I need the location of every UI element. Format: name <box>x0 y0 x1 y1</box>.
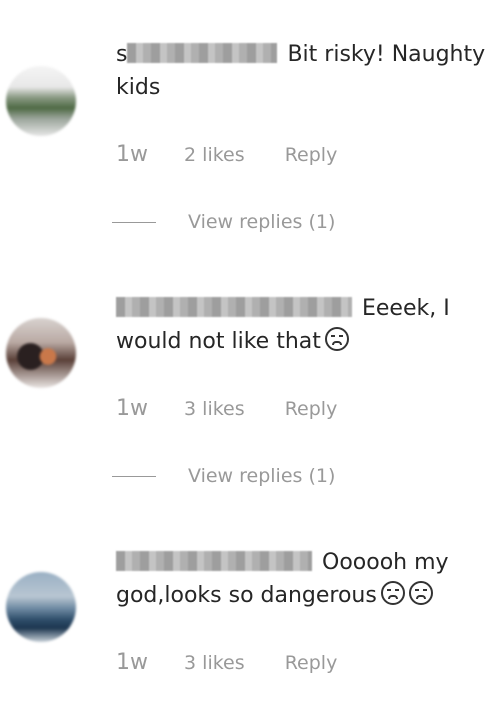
view-replies-button[interactable]: View replies (1) <box>112 211 335 233</box>
replies-divider <box>112 476 156 477</box>
avatar[interactable] <box>6 572 76 642</box>
username[interactable]: s <box>116 42 127 67</box>
reply-button[interactable]: Reply <box>285 144 338 166</box>
reply-button[interactable]: Reply <box>285 398 338 420</box>
username-blurred[interactable] <box>127 43 278 63</box>
likes-count[interactable]: 2 likes <box>184 144 245 166</box>
comment-meta: 1w 3 likes Reply <box>116 396 337 421</box>
comment-text: Eeeek, I would not like that <box>116 292 496 358</box>
drooling-face-icon <box>380 581 405 605</box>
comment-text: s Bit risky! Naughty kids <box>116 38 496 104</box>
likes-count[interactable]: 3 likes <box>184 652 245 674</box>
timestamp[interactable]: 1w <box>116 396 148 421</box>
avatar[interactable] <box>6 318 76 388</box>
likes-count[interactable]: 3 likes <box>184 398 245 420</box>
comment-text: Oooooh my god,looks so dangerous <box>116 546 496 612</box>
fearful-face-icon <box>324 327 349 351</box>
comment-meta: 1w 2 likes Reply <box>116 142 337 167</box>
avatar[interactable] <box>6 66 76 136</box>
view-replies-label: View replies (1) <box>188 465 336 487</box>
timestamp[interactable]: 1w <box>116 650 148 675</box>
timestamp[interactable]: 1w <box>116 142 148 167</box>
username-blurred[interactable] <box>116 297 352 317</box>
view-replies-label: View replies (1) <box>188 211 336 233</box>
username-blurred[interactable] <box>116 551 312 571</box>
reply-button[interactable]: Reply <box>285 652 338 674</box>
comment-meta: 1w 3 likes Reply <box>116 650 337 675</box>
pensive-face-icon <box>408 581 433 605</box>
replies-divider <box>112 222 156 223</box>
view-replies-button[interactable]: View replies (1) <box>112 465 335 487</box>
